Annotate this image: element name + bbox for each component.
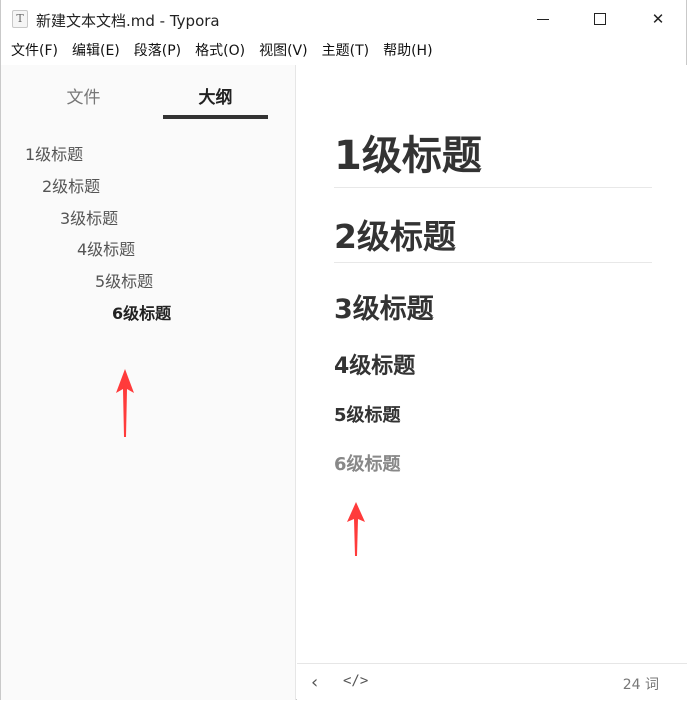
heading-1-rule <box>334 187 652 188</box>
outline-item-h6[interactable]: 6级标题 <box>112 300 171 324</box>
close-button[interactable]: ✕ <box>629 0 687 38</box>
menu-theme[interactable]: 主题(T) <box>315 38 376 65</box>
tab-outline[interactable]: 大纲 <box>163 83 268 108</box>
typora-app-icon: T <box>12 10 28 28</box>
word-count[interactable]: 24 词 <box>623 674 659 694</box>
menu-paragraph[interactable]: 段落(P) <box>127 38 188 65</box>
heading-6[interactable]: 6级标题 <box>334 450 401 476</box>
outline-item-h1[interactable]: 1级标题 <box>25 141 83 165</box>
heading-5[interactable]: 5级标题 <box>334 401 401 427</box>
menu-bar: 文件(F) 编辑(E) 段落(P) 格式(O) 视图(V) 主题(T) 帮助(H… <box>1 38 686 65</box>
red-up-arrow-icon <box>116 369 134 437</box>
heading-3[interactable]: 3级标题 <box>334 287 434 326</box>
tab-files[interactable]: 文件 <box>31 83 136 108</box>
toggle-sidebar-chevron-icon[interactable]: ‹ <box>311 672 318 693</box>
outline-item-h2[interactable]: 2级标题 <box>42 173 100 197</box>
heading-2[interactable]: 2级标题 <box>334 210 456 258</box>
outline-item-h3[interactable]: 3级标题 <box>60 205 118 229</box>
menu-help[interactable]: 帮助(H) <box>376 38 439 65</box>
window-title: 新建文本文档.md - Typora <box>36 12 220 30</box>
heading-1[interactable]: 1级标题 <box>334 123 482 181</box>
red-up-arrow-icon <box>347 502 365 556</box>
minimize-icon <box>537 18 549 20</box>
heading-2-rule <box>334 262 652 263</box>
sidebar: 文件 大纲 1级标题 2级标题 3级标题 4级标题 5级标题 6级标题 <box>1 65 296 700</box>
close-icon: ✕ <box>651 10 665 28</box>
menu-view[interactable]: 视图(V) <box>252 38 315 65</box>
active-tab-indicator <box>163 115 268 119</box>
maximize-icon <box>594 13 606 25</box>
menu-format[interactable]: 格式(O) <box>188 38 252 65</box>
menu-file[interactable]: 文件(F) <box>4 38 65 65</box>
outline-item-h4[interactable]: 4级标题 <box>77 236 135 260</box>
source-code-mode-icon[interactable]: </> <box>343 673 368 689</box>
maximize-button[interactable] <box>571 0 629 38</box>
typora-window: T 新建文本文档.md - Typora ✕ 文件(F) 编辑(E) 段落(P)… <box>0 0 687 700</box>
menu-edit[interactable]: 编辑(E) <box>65 38 127 65</box>
title-bar: T 新建文本文档.md - Typora ✕ <box>1 0 686 38</box>
minimize-button[interactable] <box>514 0 572 38</box>
editor-area[interactable]: 1级标题 2级标题 3级标题 4级标题 5级标题 6级标题 <box>297 65 687 663</box>
status-bar: ‹ </> 24 词 <box>297 663 687 700</box>
outline-item-h5[interactable]: 5级标题 <box>95 268 153 292</box>
heading-4[interactable]: 4级标题 <box>334 348 415 380</box>
